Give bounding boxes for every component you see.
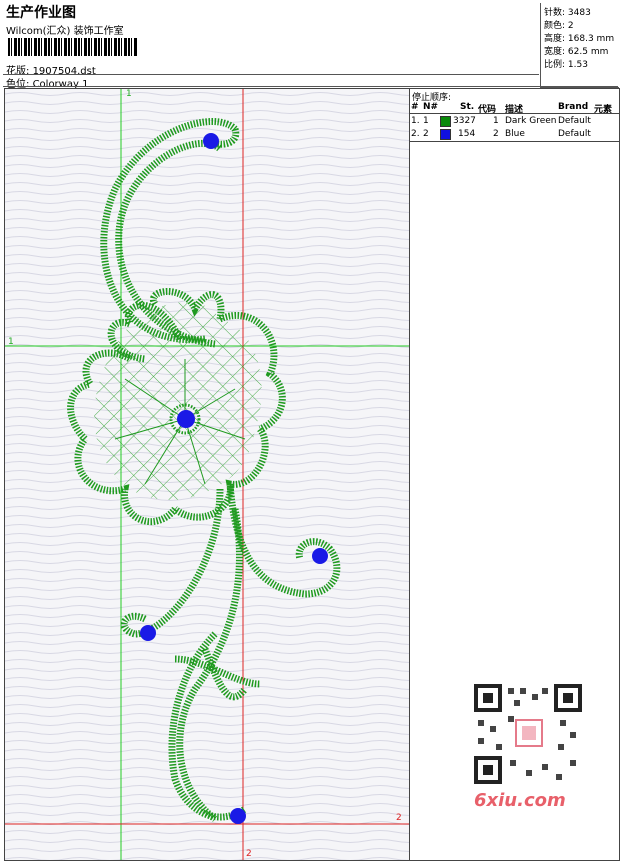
watermark-logo: 6xiu.com [474, 790, 566, 811]
guide-label-green-v: 1 [126, 89, 132, 99]
guide-label-red-h: 2 [396, 813, 402, 823]
stat-stitches: 针数: 3483 [544, 8, 591, 18]
row-description: Dark Green [505, 116, 557, 126]
page-title: 生产作业图 [6, 5, 76, 21]
col-stitches: St. [460, 102, 475, 112]
row-brand: Default [558, 116, 591, 126]
row-no: 1 [423, 116, 429, 126]
divider [3, 86, 618, 87]
stat-height: 高度: 168.3 mm [544, 34, 615, 44]
row-stitches: 154 [458, 129, 476, 139]
stat-width: 宽度: 62.5 mm [544, 47, 609, 57]
stat-scale: 比例: 1.53 [544, 60, 588, 70]
divider [409, 113, 619, 114]
guide-label-green-h: 1 [8, 337, 14, 347]
guide-label-red-v: 2 [246, 849, 252, 859]
stat-colors: 颜色: 2 [544, 21, 574, 31]
row-brand: Default [558, 129, 591, 139]
row-code: 1 [493, 116, 499, 126]
col-num: # [411, 102, 419, 112]
row-no: 2 [423, 129, 429, 139]
col-no: N# [423, 102, 439, 112]
row-stitches: 3327 [453, 116, 476, 126]
color-swatch [440, 129, 451, 140]
studio-subtitle: Wilcom(汇众) 装饰工作室 [6, 26, 124, 37]
color-swatch [440, 116, 451, 127]
divider [409, 141, 619, 142]
row-code: 2 [493, 129, 499, 139]
row-num: 2. [411, 129, 420, 139]
row-description: Blue [505, 129, 525, 139]
row-num: 1. [411, 116, 420, 126]
barcode [8, 38, 138, 56]
col-brand: Brand [558, 102, 589, 112]
design-canvas[interactable] [4, 88, 410, 861]
embroidery-preview [5, 89, 409, 860]
